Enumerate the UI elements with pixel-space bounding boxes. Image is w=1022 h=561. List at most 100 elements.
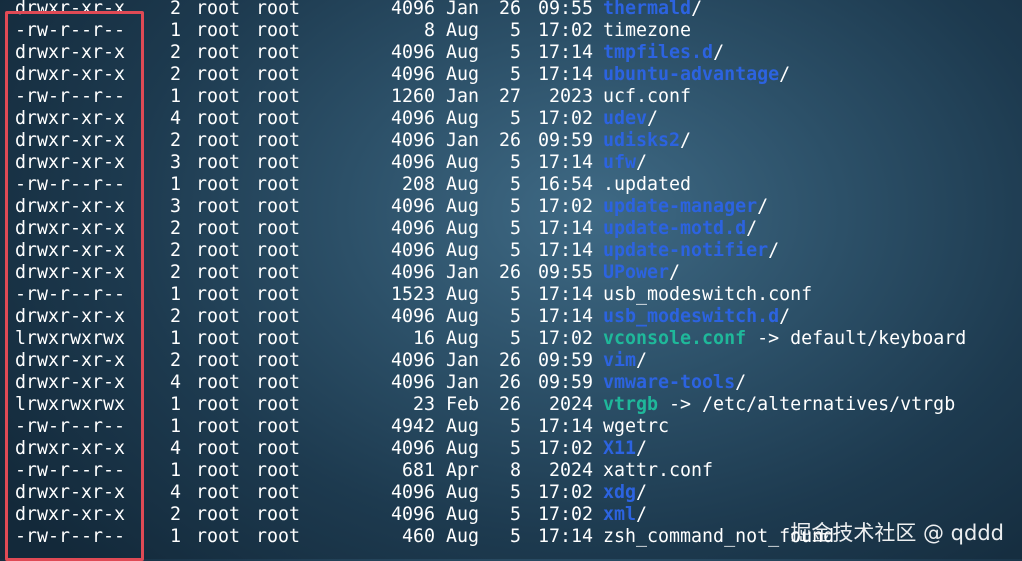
month-cell: Feb bbox=[446, 394, 480, 415]
group-cell: root bbox=[256, 86, 301, 107]
group-cell: root bbox=[256, 262, 301, 283]
owner-cell: root bbox=[196, 42, 241, 63]
time-cell: 17:14 bbox=[537, 416, 593, 437]
group-cell: root bbox=[256, 438, 301, 459]
directory-name: thermald bbox=[603, 0, 692, 19]
day-cell: 5 bbox=[509, 328, 521, 349]
month-cell: Aug bbox=[446, 218, 480, 239]
filename-cell: update-motd.d/ bbox=[603, 218, 757, 240]
owner-cell: root bbox=[196, 86, 241, 107]
directory-name: xml bbox=[603, 504, 637, 525]
listing-row: drwxr-xr-x 2 root root 4096 Aug 5 17:14 update-n… bbox=[0, 240, 1022, 262]
name-suffix: / bbox=[636, 152, 648, 173]
month-cell: Aug bbox=[446, 284, 480, 305]
group-cell: root bbox=[256, 218, 301, 239]
group-cell: root bbox=[256, 20, 301, 41]
owner-cell: root bbox=[196, 130, 241, 151]
listing-row: drwxr-xr-x 2 root root 4096 Jan 26 09:59 vim/ bbox=[0, 350, 1022, 372]
day-cell: 27 bbox=[498, 86, 521, 107]
group-cell: root bbox=[256, 130, 301, 151]
listing-row: drwxr-xr-x 2 root root 4096 Aug 5 17:14 usb_mode… bbox=[0, 306, 1022, 328]
link-count-cell: 1 bbox=[170, 284, 182, 305]
group-cell: root bbox=[256, 394, 301, 415]
time-cell: 17:14 bbox=[537, 218, 593, 239]
month-cell: Aug bbox=[446, 196, 480, 217]
owner-cell: root bbox=[196, 306, 241, 327]
time-cell: 17:14 bbox=[537, 306, 593, 327]
month-cell: Aug bbox=[446, 416, 480, 437]
filename-cell: xdg/ bbox=[603, 482, 647, 504]
link-count-cell: 4 bbox=[170, 108, 182, 129]
time-cell: 16:54 bbox=[537, 174, 593, 195]
day-cell: 26 bbox=[498, 130, 521, 151]
month-cell: Jan bbox=[446, 0, 480, 19]
name-suffix: / bbox=[691, 0, 703, 19]
month-cell: Aug bbox=[446, 504, 480, 525]
name-suffix: / bbox=[757, 196, 769, 217]
name-suffix: / bbox=[779, 64, 791, 85]
filename-cell: ucf.conf bbox=[603, 86, 691, 108]
link-count-cell: 1 bbox=[170, 460, 182, 481]
owner-cell: root bbox=[196, 438, 241, 459]
symlink-target: -> /etc/alternatives/vtrgb bbox=[658, 394, 956, 415]
day-cell: 5 bbox=[509, 482, 521, 503]
size-cell: 4942 bbox=[390, 416, 435, 437]
owner-cell: root bbox=[196, 284, 241, 305]
filename-cell: vconsole.conf -> default/keyboard bbox=[603, 328, 966, 350]
size-cell: 1260 bbox=[390, 86, 435, 107]
directory-name: udev bbox=[603, 108, 648, 129]
size-cell: 4096 bbox=[390, 0, 435, 19]
symlink-target: -> default/keyboard bbox=[746, 328, 967, 349]
directory-name: xdg bbox=[603, 482, 637, 503]
name-suffix: / bbox=[713, 42, 725, 63]
name-suffix: / bbox=[636, 504, 648, 525]
day-cell: 5 bbox=[509, 152, 521, 173]
day-cell: 5 bbox=[509, 284, 521, 305]
listing-row: drwxr-xr-x 2 root root 4096 Jan 26 09:55 thermal… bbox=[0, 0, 1022, 20]
month-cell: Aug bbox=[446, 20, 480, 41]
owner-cell: root bbox=[196, 416, 241, 437]
day-cell: 26 bbox=[498, 0, 521, 19]
day-cell: 5 bbox=[509, 196, 521, 217]
listing-row: drwxr-xr-x 4 root root 4096 Aug 5 17:02 X11/ bbox=[0, 438, 1022, 460]
name-suffix: / bbox=[636, 482, 648, 503]
month-cell: Apr bbox=[446, 460, 480, 481]
filename-cell: UPower/ bbox=[603, 262, 680, 284]
filename-cell: update-manager/ bbox=[603, 196, 768, 218]
directory-name: vmware-tools bbox=[603, 372, 736, 393]
listing-row: drwxr-xr-x 2 root root 4096 Jan 26 09:55 UPower/ bbox=[0, 262, 1022, 284]
link-count-cell: 4 bbox=[170, 482, 182, 503]
group-cell: root bbox=[256, 328, 301, 349]
link-count-cell: 3 bbox=[170, 152, 182, 173]
filename-cell: timezone bbox=[603, 20, 691, 42]
group-cell: root bbox=[256, 460, 301, 481]
link-count-cell: 1 bbox=[170, 416, 182, 437]
owner-cell: root bbox=[196, 174, 241, 195]
filename-cell: wgetrc bbox=[603, 416, 669, 438]
listing-row: -rw-r--r-- 1 root root 1260 Jan 27 2023 ucf.conf bbox=[0, 86, 1022, 108]
link-count-cell: 2 bbox=[170, 0, 182, 19]
listing-row: drwxr-xr-x 4 root root 4096 Jan 26 09:59 vmware-… bbox=[0, 372, 1022, 394]
time-cell: 2024 bbox=[548, 460, 593, 481]
owner-cell: root bbox=[196, 394, 241, 415]
day-cell: 26 bbox=[498, 262, 521, 283]
link-count-cell: 2 bbox=[170, 306, 182, 327]
link-count-cell: 2 bbox=[170, 262, 182, 283]
name-suffix: / bbox=[680, 130, 692, 151]
month-cell: Aug bbox=[446, 482, 480, 503]
listing-row: drwxr-xr-x 3 root root 4096 Aug 5 17:14 ufw/ bbox=[0, 152, 1022, 174]
link-count-cell: 4 bbox=[170, 372, 182, 393]
size-cell: 8 bbox=[423, 20, 435, 41]
listing-row: -rw-r--r-- 1 root root 1523 Aug 5 17:14 usb_mode… bbox=[0, 284, 1022, 306]
directory-name: udisks2 bbox=[603, 130, 681, 151]
owner-cell: root bbox=[196, 482, 241, 503]
watermark: 掘金技术社区 @ qddd bbox=[790, 521, 1004, 545]
file-name: .updated bbox=[603, 174, 692, 195]
link-count-cell: 2 bbox=[170, 42, 182, 63]
name-suffix: / bbox=[636, 438, 648, 459]
filename-cell: tmpfiles.d/ bbox=[603, 42, 724, 64]
filename-cell: update-notifier/ bbox=[603, 240, 779, 262]
link-count-cell: 2 bbox=[170, 64, 182, 85]
directory-name: update-manager bbox=[603, 196, 758, 217]
owner-cell: root bbox=[196, 64, 241, 85]
